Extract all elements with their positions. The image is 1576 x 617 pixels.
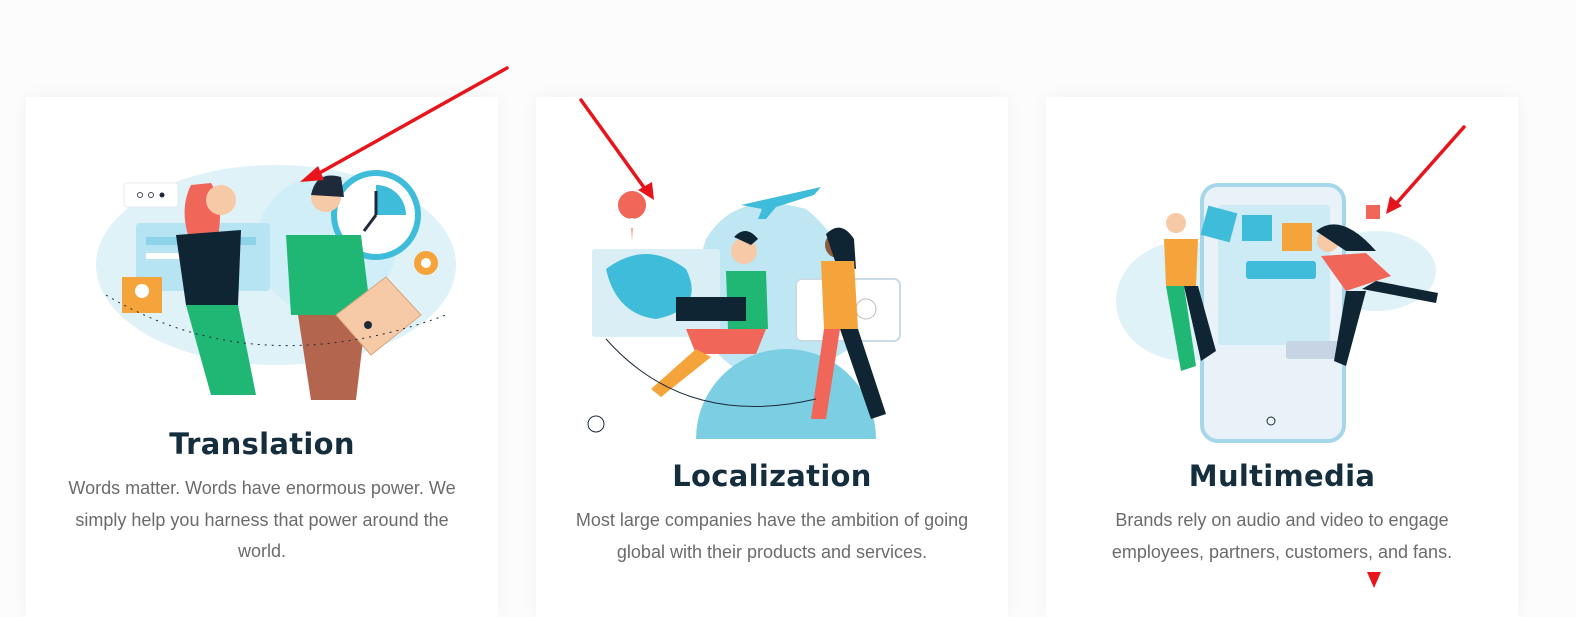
card-title: Translation [169,427,355,461]
localization-illustration [587,187,901,439]
service-card-multimedia[interactable]: Multimedia Brands rely on audio and vide… [1046,97,1518,617]
card-description: Words matter. Words have enormous power.… [68,478,456,561]
card-title: Localization [672,459,872,493]
translation-illustration [96,165,456,400]
card-title: Multimedia [1188,459,1376,493]
service-card-localization[interactable]: Localization Most large companies have t… [536,97,1008,617]
service-card-translation[interactable]: Translation Words matter. Words have eno… [26,97,498,617]
card-description: Most large companies have the ambition o… [575,510,969,562]
multimedia-illustration [1116,183,1438,443]
card-description: Brands rely on audio and video to engage… [1111,510,1453,562]
